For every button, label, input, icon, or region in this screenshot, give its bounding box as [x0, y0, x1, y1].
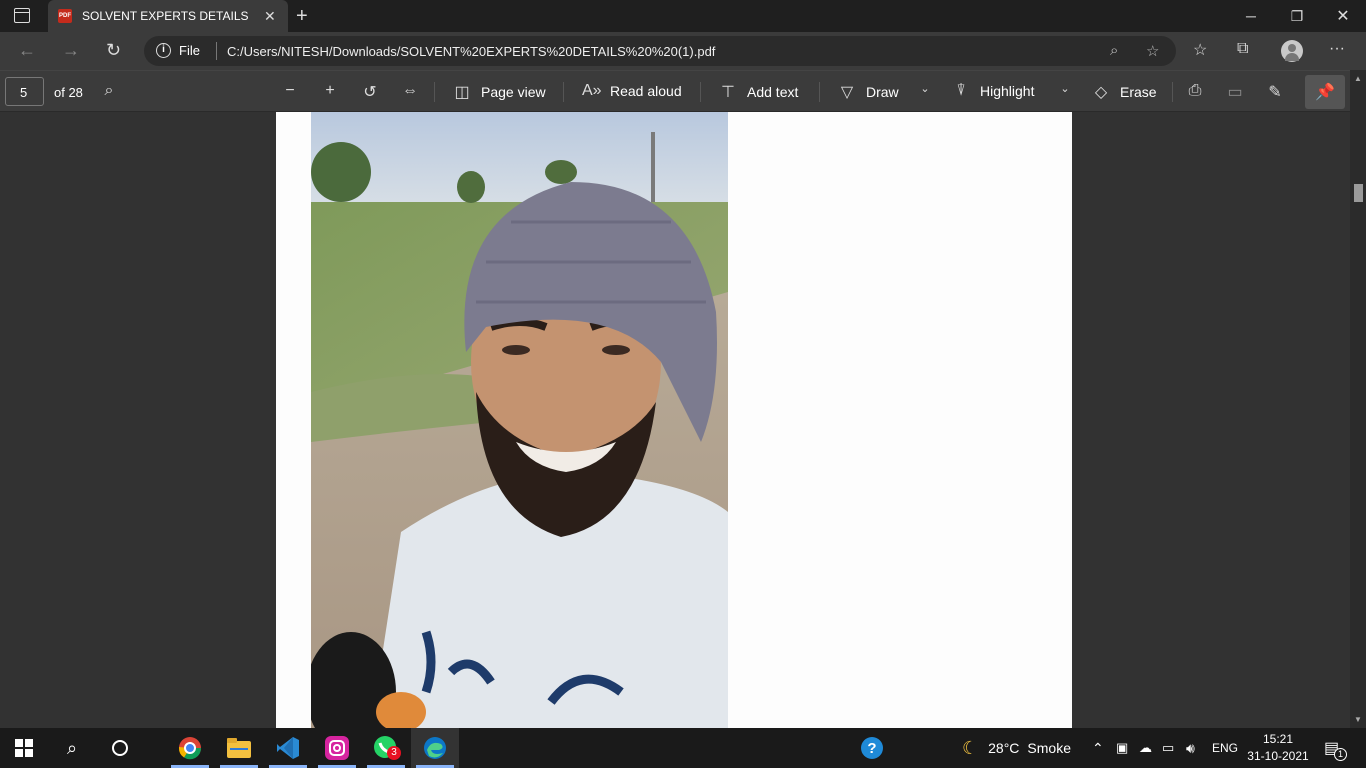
zoom-in-icon[interactable]: + — [321, 82, 349, 100]
address-bar-row: ← → ↻ i File C:/Users/NITESH/Downloads/S… — [0, 32, 1366, 70]
draw-button[interactable]: ▽ Draw — [838, 82, 899, 102]
file-label: File — [179, 43, 200, 58]
info-icon: i — [156, 43, 171, 58]
task-view-icon[interactable] — [96, 728, 144, 768]
tab-pdf[interactable]: PDF SOLVENT EXPERTS DETAILS (1).pdf ✕ — [48, 0, 288, 32]
whatsapp-icon[interactable]: 3 — [362, 728, 410, 768]
search-taskbar-icon[interactable]: ⌕ — [48, 728, 96, 768]
whatsapp-badge: 3 — [387, 746, 401, 760]
pdf-viewer[interactable] — [0, 112, 1350, 728]
vertical-scrollbar[interactable]: ▲ ▼ — [1350, 70, 1366, 728]
save-icon[interactable]: ▭ — [1226, 82, 1254, 102]
erase-label: Erase — [1120, 84, 1157, 100]
minimize-icon[interactable]: ─ — [1228, 0, 1274, 32]
pdf-page — [276, 112, 1072, 728]
add-text-button[interactable]: ⊤ Add text — [719, 82, 798, 102]
clock-time: 15:21 — [1262, 732, 1294, 746]
page-number-input[interactable]: 5 — [5, 77, 44, 106]
weather-widget[interactable]: ☾ 28°C Smoke — [962, 728, 1071, 768]
save-as-icon[interactable]: ✎ — [1266, 82, 1294, 102]
portrait-photo — [311, 112, 728, 728]
tab-title: SOLVENT EXPERTS DETAILS (1).pdf — [82, 9, 252, 23]
highlight-icon: ⍒ — [956, 82, 966, 99]
svg-text:?: ? — [867, 740, 876, 757]
page-total: of 28 — [54, 85, 83, 100]
draw-label: Draw — [866, 84, 899, 100]
new-tab-icon[interactable]: + — [296, 6, 308, 26]
address-bar[interactable]: i File C:/Users/NITESH/Downloads/SOLVENT… — [144, 36, 1176, 66]
volume-icon[interactable]: 🔊︎ — [1186, 728, 1195, 768]
toolbar-divider — [1172, 82, 1173, 102]
weather-desc: Smoke — [1027, 740, 1071, 756]
file-explorer-icon[interactable] — [215, 728, 263, 768]
clock[interactable]: 15:21 31-10-2021 — [1246, 731, 1310, 765]
add-text-label: Add text — [747, 84, 799, 100]
show-hidden-icons-icon[interactable]: ⌃ — [1092, 728, 1104, 768]
close-window-icon[interactable]: ✕ — [1320, 0, 1366, 32]
windows-start-icon[interactable] — [0, 728, 48, 768]
refresh-icon[interactable]: ↻ — [106, 40, 121, 60]
collections-icon[interactable]: ⧉ — [1237, 40, 1248, 58]
zoom-icon[interactable]: ⌕ — [1110, 42, 1118, 59]
portrait-photo-image — [311, 112, 728, 728]
page-view-button[interactable]: ◫ Page view — [453, 82, 546, 102]
pin-toolbar-icon[interactable]: 📌 — [1305, 75, 1345, 109]
read-aloud-button[interactable]: A» Read aloud — [582, 82, 682, 100]
rotate-icon[interactable]: ↺ — [361, 82, 389, 102]
site-info[interactable]: i File — [156, 43, 200, 58]
search-icon[interactable]: ⌕ — [100, 82, 128, 100]
more-menu-icon[interactable]: ··· — [1329, 40, 1345, 58]
close-tab-icon[interactable]: ✕ — [264, 8, 276, 25]
vscode-icon[interactable] — [264, 728, 312, 768]
pdf-toolbar: 5 of 28 ⌕ − + ↺ ⇔ ◫ Page view A» Read alou… — [0, 70, 1366, 112]
toolbar-divider — [819, 82, 820, 102]
favorites-icon[interactable]: ☆ — [1193, 40, 1207, 60]
address-divider — [216, 42, 217, 60]
restore-icon[interactable]: ❐ — [1274, 0, 1320, 32]
profile-avatar[interactable] — [1281, 40, 1303, 62]
zoom-out-icon[interactable]: − — [281, 82, 309, 100]
print-icon[interactable]: ⎙ — [1186, 82, 1214, 100]
scroll-down-icon[interactable]: ▼ — [1354, 715, 1362, 724]
toolbar-divider — [434, 82, 435, 102]
page-view-label: Page view — [481, 84, 546, 100]
add-text-icon: ⊤ — [721, 84, 735, 101]
back-icon[interactable]: ← — [18, 40, 36, 60]
notification-count: 1 — [1334, 748, 1347, 761]
tab-actions-icon[interactable] — [14, 8, 30, 23]
read-aloud-icon: A» — [582, 82, 602, 99]
language-indicator[interactable]: ENG — [1212, 728, 1238, 768]
add-favorite-icon[interactable]: ☆ — [1146, 42, 1159, 60]
eraser-icon: ◇ — [1094, 84, 1108, 101]
weather-temp: 28°C — [988, 740, 1020, 756]
moon-cloud-icon: ☾ — [962, 737, 979, 758]
chrome-icon[interactable] — [166, 728, 214, 768]
highlight-dropdown-chevron-down-icon[interactable]: ⌄ — [1056, 82, 1084, 95]
toolbar-divider — [700, 82, 701, 102]
forward-icon[interactable]: → — [62, 40, 80, 60]
highlight-label: Highlight — [980, 83, 1035, 99]
clock-date: 31-10-2021 — [1247, 749, 1309, 763]
draw-icon: ▽ — [840, 84, 854, 101]
scrollbar-thumb[interactable] — [1354, 184, 1363, 202]
erase-button[interactable]: ◇ Erase — [1092, 82, 1157, 102]
fit-page-icon[interactable]: ⇔ — [401, 82, 429, 100]
page-view-icon: ◫ — [454, 84, 470, 101]
scroll-up-icon[interactable]: ▲ — [1354, 74, 1362, 83]
pdf-file-icon: PDF — [58, 9, 72, 23]
tab-bar: PDF SOLVENT EXPERTS DETAILS (1).pdf ✕ + … — [0, 0, 1366, 32]
instagram-icon[interactable] — [313, 728, 361, 768]
meet-now-icon[interactable]: ▣ — [1116, 728, 1128, 768]
url-text[interactable]: C:/Users/NITESH/Downloads/SOLVENT%20EXPE… — [227, 44, 715, 59]
highlight-button[interactable]: ⍒ Highlight — [952, 82, 1034, 100]
draw-dropdown-chevron-down-icon[interactable]: ⌄ — [916, 82, 944, 95]
battery-icon[interactable]: ▭ — [1162, 728, 1174, 768]
help-icon[interactable]: ? — [848, 728, 896, 768]
onedrive-icon[interactable]: ☁ — [1139, 728, 1152, 768]
taskbar: ⌕ 3 ? ☾ 28°C Smoke ⌃ ▣ ☁ ▭ 🔊︎ ENG 15:21 — [0, 728, 1366, 768]
notifications-icon[interactable]: ▤ 1 — [1324, 728, 1347, 768]
read-aloud-label: Read aloud — [610, 83, 682, 99]
edge-icon[interactable] — [411, 728, 459, 768]
toolbar-divider — [563, 82, 564, 102]
